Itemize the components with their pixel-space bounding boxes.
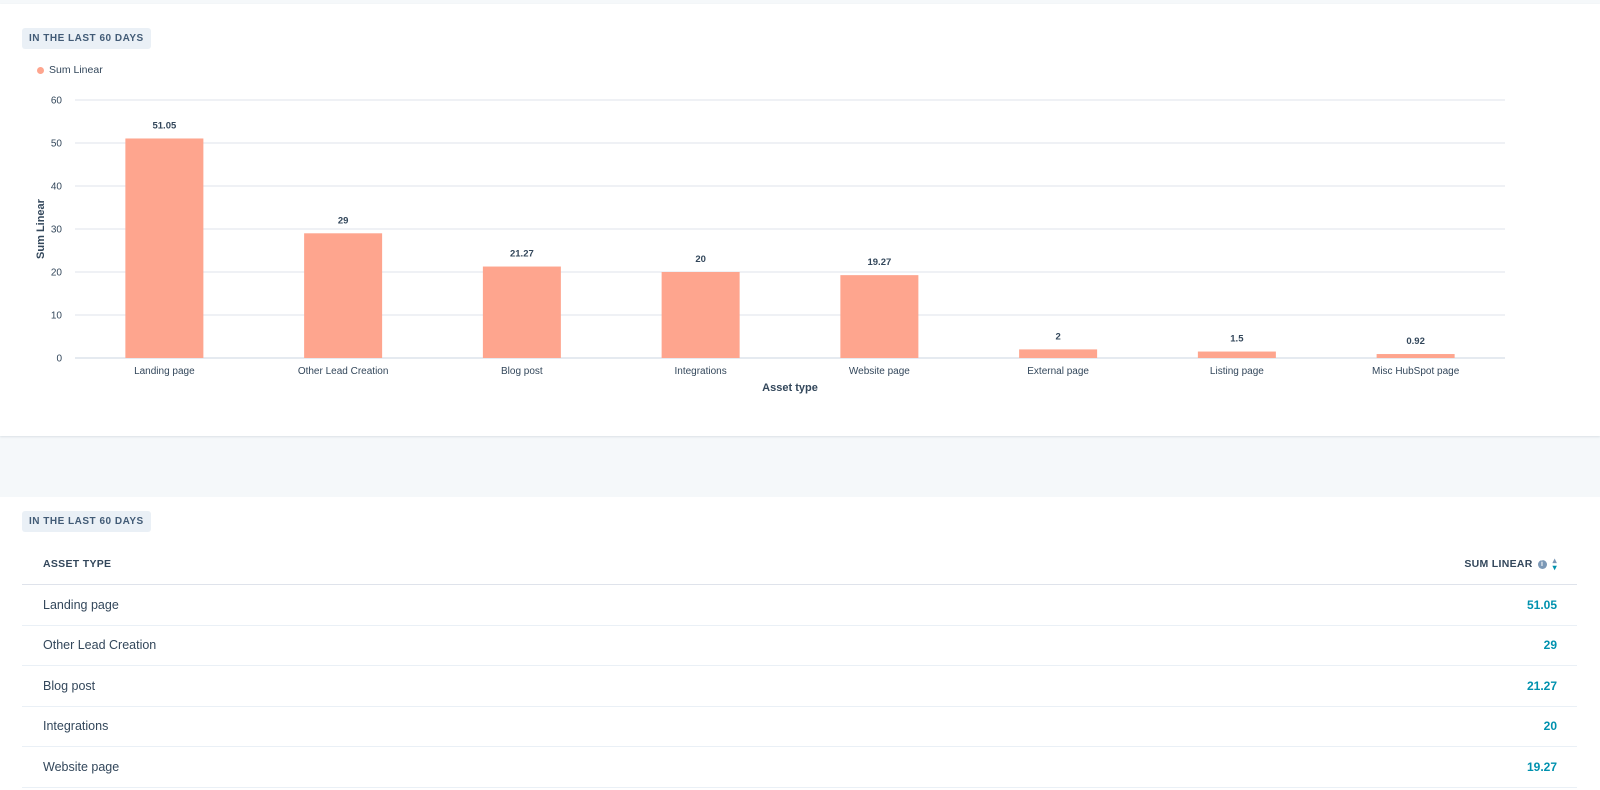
column-header-label: SUM LINEAR [1464,558,1533,570]
x-axis-title: Asset type [762,382,818,394]
table-row[interactable]: Blog post 21.27 [22,666,1577,707]
bar[interactable] [482,266,561,358]
table-row[interactable]: Website page 19.27 [22,747,1577,788]
x-tick-label: Landing page [134,366,195,377]
x-tick-label: External page [1027,366,1089,377]
y-tick-label: 30 [51,225,63,236]
table-card: IN THE LAST 60 DAYS ASSET TYPE SUM LINEA… [0,497,1600,790]
bar[interactable] [661,272,740,358]
y-axis-title: Sum Linear [35,198,47,259]
table-header: ASSET TYPE SUM LINEAR i ▴ ▾ [22,544,1577,585]
table-row[interactable]: Other Lead Creation 29 [22,626,1577,666]
row-sum-linear[interactable]: 20 [1544,719,1557,733]
y-tick-label: 0 [56,354,62,365]
row-sum-linear[interactable]: 51.05 [1527,598,1557,612]
data-label: 51.05 [152,120,176,131]
bar[interactable] [840,275,919,358]
x-tick-label: Blog post [501,366,543,377]
sort-icon[interactable]: ▴ ▾ [1553,557,1557,572]
y-tick-label: 10 [51,311,63,322]
data-label: 2 [1055,331,1060,342]
row-asset-type: Landing page [43,597,119,612]
y-tick-label: 60 [51,96,63,107]
y-tick-label: 50 [51,139,63,150]
data-label: 29 [338,215,349,226]
date-range-badge: IN THE LAST 60 DAYS [22,511,151,532]
column-header-asset-type[interactable]: ASSET TYPE [43,558,111,570]
bar-chart: 0 10 20 30 40 50 60 51.05 Landing page 29 Other Le… [35,96,1505,394]
table-body: Landing page 51.05 Other Lead Creation 29 Bl… [22,585,1577,788]
data-table: ASSET TYPE SUM LINEAR i ▴ ▾ Landing page 5… [22,544,1577,788]
row-asset-type: Website page [43,759,120,774]
info-icon[interactable]: i [1537,559,1547,569]
row-sum-linear[interactable]: 21.27 [1527,679,1557,693]
bar[interactable] [1019,349,1098,358]
chart-card: IN THE LAST 60 DAYS Sum Linear 0 10 20 30 40… [0,4,1600,436]
row-asset-type: Blog post [43,678,96,693]
bar[interactable] [1376,354,1455,358]
x-tick-label: Listing page [1210,366,1264,377]
bar[interactable] [1197,351,1276,358]
x-tick-label: Other Lead Creation [298,366,389,377]
table-row[interactable]: Integrations 20 [22,707,1577,747]
bar[interactable] [304,233,383,358]
y-tick-label: 20 [51,268,63,279]
data-label: 20 [695,254,706,265]
bar[interactable] [125,138,204,358]
data-label: 1.5 [1230,334,1244,345]
data-label: 0.92 [1406,336,1425,347]
column-header-sum-linear[interactable]: SUM LINEAR i ▴ ▾ [1464,557,1557,572]
x-tick-label: Integrations [674,366,726,377]
data-label: 19.27 [867,257,891,268]
row-asset-type: Integrations [43,719,109,734]
row-sum-linear[interactable]: 19.27 [1527,760,1557,774]
y-tick-label: 40 [51,182,63,193]
row-asset-type: Other Lead Creation [43,638,157,653]
x-tick-label: Website page [849,366,910,377]
table-row[interactable]: Landing page 51.05 [22,585,1577,626]
row-sum-linear[interactable]: 29 [1544,638,1557,652]
x-tick-label: Misc HubSpot page [1372,366,1460,377]
data-label: 21.27 [510,249,534,260]
